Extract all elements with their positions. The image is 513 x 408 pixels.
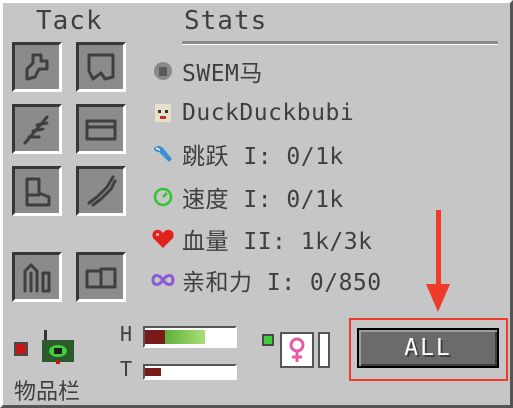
stat-row-speed: 速度 I: 0/1k <box>150 180 344 214</box>
saddle-bag-slot[interactable] <box>76 104 126 154</box>
wrench-icon <box>150 141 176 167</box>
feather-icon <box>23 115 49 145</box>
speed-stat: 速度 I: 0/1k <box>182 187 344 213</box>
female-symbol-icon <box>289 337 305 362</box>
saddle-pad-icon <box>87 53 115 81</box>
stat-row-health: 血量 II: 1k/3k <box>150 222 372 256</box>
stats-title: Stats <box>184 6 268 36</box>
health-stat: 血量 II: 1k/3k <box>182 229 373 255</box>
affinity-stat: 亲和力 I: 0/850 <box>182 270 382 296</box>
player-head-icon <box>150 100 176 126</box>
stat-row-horse-name: SWEM马 <box>150 54 263 88</box>
breast-collar-slot[interactable] <box>76 252 126 302</box>
speed-clock-icon <box>150 184 176 210</box>
girth-strap-icon <box>87 175 117 207</box>
bridle-slot[interactable] <box>12 252 62 302</box>
thirst-bar-fill <box>145 368 161 376</box>
stat-row-owner: DuckDuckbubi <box>150 96 354 130</box>
gender-indicator-bar <box>318 332 330 368</box>
breast-collar-icon <box>85 267 117 289</box>
boot-icon <box>25 177 51 207</box>
hunger-label: H <box>120 322 133 346</box>
all-button[interactable]: ALL <box>357 328 499 368</box>
bridle-icon <box>23 263 51 293</box>
tack-title: Tack <box>36 6 103 36</box>
boots-slot[interactable] <box>12 166 62 216</box>
horse-name: SWEM马 <box>182 61 263 87</box>
halter-icon <box>25 53 49 81</box>
inventory-label: 物品栏 <box>14 380 81 405</box>
arrow-annotation-shaft <box>436 210 441 288</box>
saddle-bag-icon <box>85 119 117 141</box>
hunger-bar-fill-red <box>145 330 165 344</box>
hunger-bar-fill-green <box>165 330 205 344</box>
thirst-bar <box>143 364 237 380</box>
horse-head-icon <box>150 58 176 84</box>
heart-icon <box>150 226 176 252</box>
arrow-annotation-head <box>426 284 450 312</box>
saddle-pad-slot[interactable] <box>76 42 126 92</box>
stat-row-affinity: 亲和力 I: 0/850 <box>150 263 382 297</box>
jump-stat: 跳跃 I: 0/1k <box>182 144 344 170</box>
hunger-bar <box>143 326 237 348</box>
female-symbol-slot[interactable] <box>280 332 314 368</box>
inventory-toggle-checkbox[interactable] <box>14 342 28 356</box>
girth-strap-slot[interactable] <box>76 166 126 216</box>
stat-row-jump: 跳跃 I: 0/1k <box>150 137 344 171</box>
halter-slot[interactable] <box>12 42 62 92</box>
stats-divider <box>182 41 498 45</box>
owner-name: DuckDuckbubi <box>182 100 355 126</box>
leg-wraps-slot[interactable] <box>12 104 62 154</box>
thirst-label: T <box>120 357 133 381</box>
chest-icon[interactable] <box>40 330 76 364</box>
gender-toggle-checkbox[interactable] <box>262 334 274 346</box>
infinity-icon <box>150 267 176 293</box>
